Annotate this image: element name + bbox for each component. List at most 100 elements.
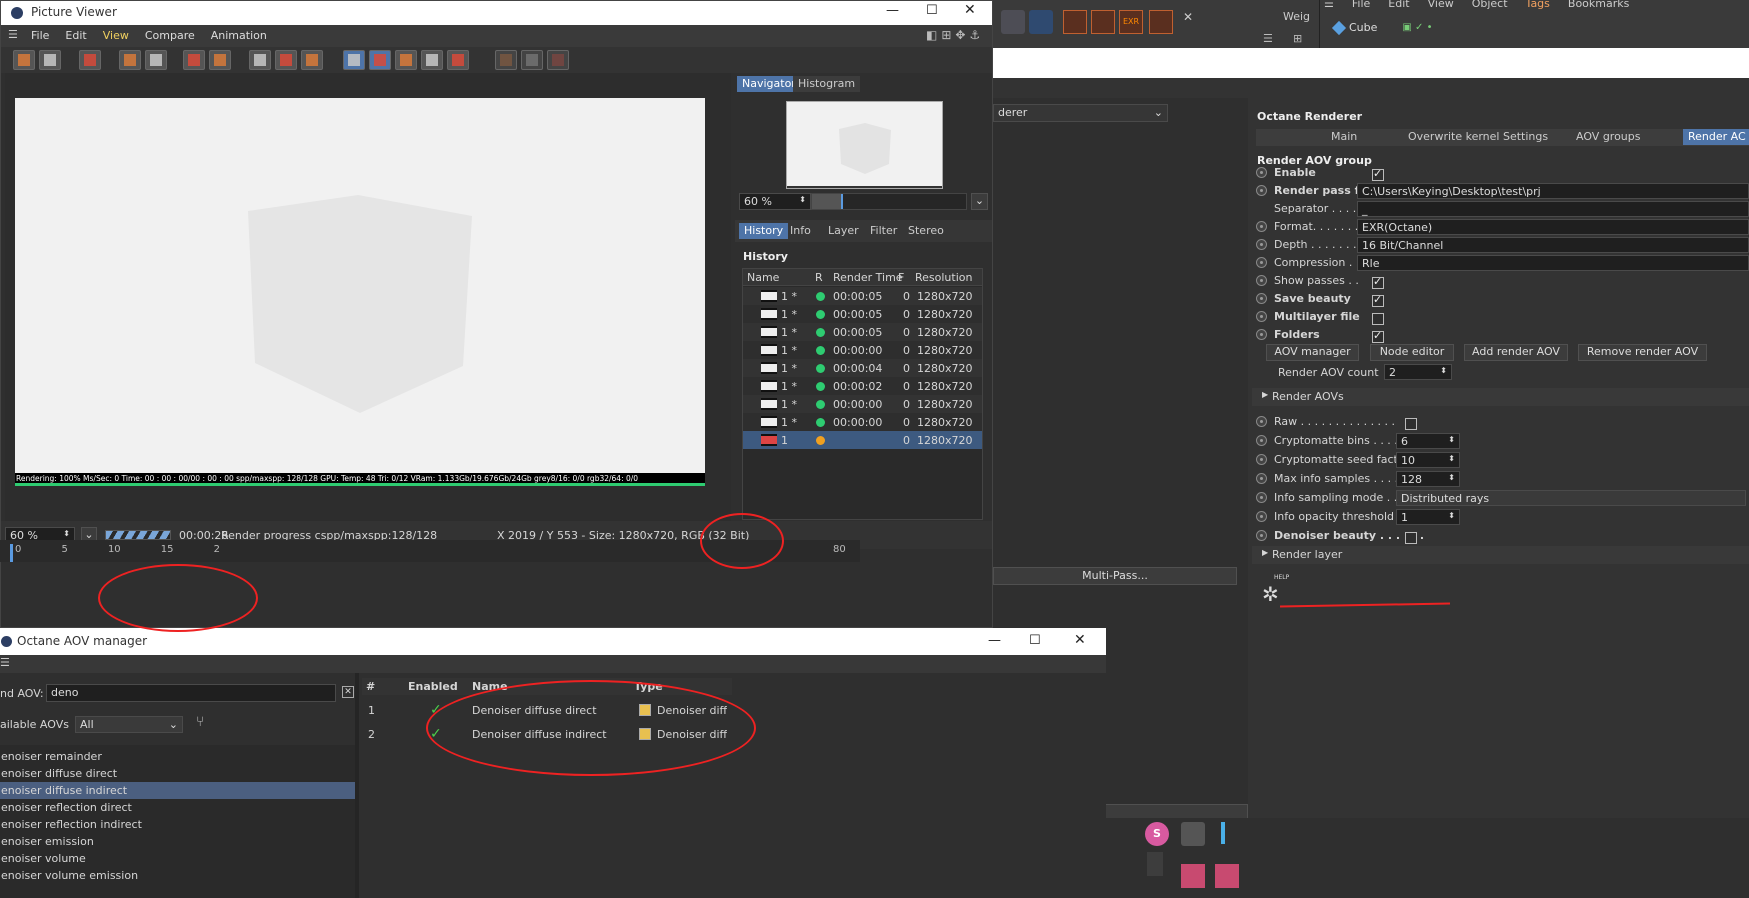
arrow-icon[interactable]: ⊞ [1293,32,1302,45]
toolbar-icon-c[interactable] [1063,10,1087,34]
prop-checkbox[interactable] [1405,418,1417,430]
keyframe-radio[interactable] [1256,275,1267,286]
aov-list-item[interactable]: enoiser volume [0,850,355,867]
history-row[interactable]: 1 * 00:00:02 0 1280x720 [743,377,982,395]
tab-histogram[interactable]: Histogram [793,76,861,92]
aov-col-0[interactable]: # [366,680,375,693]
prop-field[interactable]: 1 ⬍ [1396,509,1460,525]
tab-history[interactable]: History [739,223,789,239]
toolbar-button-8[interactable] [275,50,297,70]
object-row-cube[interactable]: Cube ▣ ✓ • [1331,20,1433,35]
maximize-button[interactable]: ☐ [926,3,938,18]
keyframe-radio[interactable] [1256,221,1267,232]
keyframe-radio[interactable] [1256,530,1267,541]
om-hamburger-icon[interactable]: ☰ [1324,0,1334,10]
tab-main[interactable]: Main [1326,129,1362,145]
om-menu-tags[interactable]: Tags [1526,0,1550,10]
menu-edit[interactable]: Edit [65,29,86,42]
timeline-ruler[interactable]: 0 5 10 15 2 [10,540,220,562]
nav-dropdown[interactable]: ⌄ [971,193,988,210]
menu-file[interactable]: File [31,29,49,42]
maximize-button[interactable]: ☐ [1029,633,1041,648]
menu-animation[interactable]: Animation [211,29,267,42]
toolbar-icon-e[interactable] [1149,10,1173,34]
toolbar-button-14[interactable] [447,50,469,70]
tab-layer[interactable]: Layer [823,223,864,239]
available-dropdown[interactable]: All ⌄ [75,716,183,733]
keyframe-radio[interactable] [1256,416,1267,427]
keyframe-radio[interactable] [1256,239,1267,250]
keyframe-radio[interactable] [1256,473,1267,484]
history-col-3[interactable]: F [898,271,904,284]
tab-info[interactable]: Info [785,223,816,239]
close-button[interactable]: ✕ [1074,632,1086,648]
toolbar-icon-a[interactable] [1001,10,1025,34]
toolbar-icon-b[interactable] [1029,10,1053,34]
prop-field[interactable]: Distributed rays [1396,490,1746,506]
prop-checkbox[interactable] [1372,275,1384,289]
hamburger-icon[interactable]: ☰ [1263,32,1273,45]
render-aovs-header[interactable]: ▶ Render AOVs [1252,388,1749,406]
menu-view[interactable]: View [103,29,129,42]
minimize-button[interactable]: — [988,633,1001,648]
minimize-button[interactable]: — [886,3,899,18]
toolbar-button-5[interactable] [183,50,205,70]
toolbar-button-11[interactable] [369,50,391,70]
grid-icon[interactable] [1147,852,1163,876]
toolbar-button-17[interactable] [547,50,569,70]
prop-field[interactable]: _ [1357,201,1749,217]
prop-checkbox[interactable] [1405,532,1417,544]
history-row[interactable]: 1 * 00:00:00 0 1280x720 [743,341,982,359]
history-row[interactable]: 1 * 00:00:05 0 1280x720 [743,323,982,341]
tab-navigator[interactable]: Navigator [737,76,801,92]
keyframe-radio[interactable] [1256,185,1267,196]
hamburger-icon[interactable]: ☰ [8,28,18,41]
prop-field[interactable]: 16 Bit/Channel [1357,237,1749,253]
aov-count-field[interactable]: 2 ⬍ [1384,364,1452,380]
history-row[interactable]: 1 * 00:00:05 0 1280x720 [743,287,982,305]
keyframe-radio[interactable] [1256,492,1267,503]
navigator-thumb[interactable] [786,101,943,189]
om-menu-edit[interactable]: Edit [1388,0,1409,10]
history-col-4[interactable]: Resolution [915,271,972,284]
tab-overwrite-kernel[interactable]: Overwrite kernel Settings [1403,129,1553,145]
prop-field[interactable]: 10 ⬍ [1396,452,1460,468]
prop-checkbox[interactable] [1372,293,1384,307]
remove-render-aov-button[interactable]: Remove render AOV [1578,344,1707,361]
add-render-aov-button[interactable]: Add render AOV [1464,344,1568,361]
tab-render-aov[interactable]: Render AC [1683,129,1749,145]
prop-checkbox[interactable] [1372,313,1384,325]
node-editor-button[interactable]: Node editor [1370,344,1454,361]
menu-compare[interactable]: Compare [145,29,195,42]
om-menu-bookmarks[interactable]: Bookmarks [1568,0,1629,10]
prop-field[interactable]: EXR(Octane) [1357,219,1749,235]
help-icon[interactable]: HELP ✲ [1260,574,1290,606]
tab-aov-groups[interactable]: AOV groups [1571,129,1646,145]
toolbar-button-1[interactable] [39,50,61,70]
nav-zoom-field[interactable]: 60 % ⬍ [739,193,811,210]
toolbar-button-13[interactable] [421,50,443,70]
toolbar-exr-icon[interactable]: EXR [1119,10,1143,34]
keyframe-radio[interactable] [1256,329,1267,340]
keyframe-radio[interactable] [1256,167,1267,178]
clear-search-icon[interactable]: ✕ [342,686,354,698]
om-menu-object[interactable]: Object [1472,0,1508,10]
keyframe-radio[interactable] [1256,435,1267,446]
prop-checkbox[interactable] [1372,329,1384,343]
aov-list-item[interactable]: enoiser diffuse direct [0,765,355,782]
hierarchy-icon[interactable]: ⑂ [196,714,204,730]
aov-list-item[interactable]: enoiser emission [0,833,355,850]
nav-zoom-slider[interactable] [811,193,967,210]
aov-list-item[interactable]: enoiser reflection direct [0,799,355,816]
cube-red-icon-2[interactable] [1215,864,1239,888]
om-menu-view[interactable]: View [1428,0,1454,10]
toolbar-button-6[interactable] [209,50,231,70]
om-menu-file[interactable]: File [1352,0,1370,10]
keyframe-radio[interactable] [1256,454,1267,465]
hamburger-icon[interactable]: ☰ [0,656,10,669]
aov-list-item[interactable]: enoiser reflection indirect [0,816,355,833]
close-button[interactable]: ✕ [964,2,976,18]
close-icon[interactable]: ✕ [1183,10,1193,24]
history-row[interactable]: 1 * 00:00:04 0 1280x720 [743,359,982,377]
sphere-s-icon[interactable]: S [1145,822,1169,846]
